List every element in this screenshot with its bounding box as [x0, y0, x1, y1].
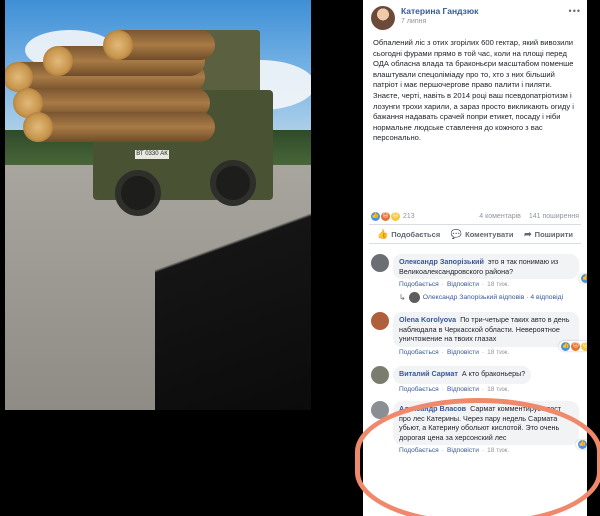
share-button[interactable]: ➦ Поширити — [524, 228, 573, 240]
comment-author[interactable]: Olena Korolyova — [399, 315, 456, 324]
comment-author[interactable]: Виталий Сармат — [399, 369, 458, 378]
comment-like-link[interactable]: Подобається — [399, 386, 439, 393]
comments-list: Олександр Запорізький это я так понимаю … — [363, 244, 587, 454]
replies-summary: Олександр Запорізький відповів · 4 відпо… — [422, 294, 564, 302]
comment-reply-link[interactable]: Відповісти — [447, 447, 479, 454]
comment-reply-link[interactable]: Відповісти — [447, 386, 479, 393]
view-replies-link[interactable]: ↳ Олександр Запорізький відповів · 4 від… — [371, 288, 581, 304]
post-text: Обпалений ліс з отих згорілих 600 гектар… — [373, 38, 574, 143]
like-button[interactable]: 👍 Подобається — [377, 228, 440, 240]
comment-meta: Подобається · Відповісти · 18 тиж. — [399, 447, 510, 455]
facebook-post: Катерина Гандзюк 7 липня ••• Обпалений л… — [363, 0, 587, 516]
comment-like-link[interactable]: Подобається — [399, 349, 439, 356]
post-stats: 👍 ☹ ☹ 213 4 коментарів 141 поширення — [363, 208, 587, 224]
comment-time[interactable]: 18 тиж. — [487, 447, 509, 454]
angry-reaction-icon: ☹ — [381, 211, 390, 221]
comment-like-link[interactable]: Подобається — [399, 281, 439, 288]
comment-reply-link[interactable]: Відповісти — [447, 281, 479, 288]
comment-time[interactable]: 18 тиж. — [487, 349, 509, 356]
author-avatar[interactable] — [371, 6, 395, 30]
comment-reactions[interactable]: 👍 17 — [575, 439, 587, 450]
comment-reply-link[interactable]: Відповісти — [447, 349, 479, 356]
commenter-avatar[interactable] — [371, 312, 389, 331]
like-label: Подобається — [391, 229, 441, 239]
post-actions: 👍 Подобається 💬 Коментувати ➦ Поширити — [369, 224, 581, 244]
thumbs-up-icon: 👍 — [377, 228, 389, 239]
comment-time[interactable]: 18 тиж. — [487, 281, 509, 288]
comment: Олександр Запорізький это я так понимаю … — [371, 254, 587, 284]
like-reaction-icon: 👍 — [581, 273, 587, 283]
post-photo[interactable]: ВТ 0330 АК — [5, 0, 311, 410]
comment-bubble: Александр Власов Сармат комментирует пос… — [393, 400, 587, 450]
comment: Виталий Сармат А кто браконьеры? — [371, 365, 581, 384]
log — [23, 112, 215, 142]
comment-meta: Подобається · Відповісти · 18 тиж. — [399, 385, 510, 393]
shares-count[interactable]: 141 поширення — [529, 213, 579, 220]
comment: Александр Власов Сармат комментирует пос… — [371, 400, 587, 450]
sad-reaction-icon: ☹ — [581, 341, 587, 351]
log — [103, 30, 215, 60]
like-reaction-icon: 👍 — [577, 440, 587, 450]
like-reaction-icon: 👍 — [561, 341, 571, 351]
comment-text: А кто браконьеры? — [461, 368, 526, 378]
comment-reactions[interactable]: 👍 2 — [579, 273, 587, 284]
reaction-count: 213 — [403, 212, 415, 220]
post-header: Катерина Гандзюк 7 липня ••• — [363, 0, 587, 36]
reply-arrow-icon: ↳ — [399, 293, 406, 303]
more-icon[interactable]: ••• — [569, 6, 581, 16]
share-icon: ➦ — [524, 228, 532, 239]
commenter-avatar[interactable] — [371, 254, 389, 272]
comment-meta: Подобається · Відповісти · 18 тиж. — [399, 348, 510, 356]
commenter-avatar[interactable] — [371, 400, 389, 419]
comment-reactions[interactable]: 👍 ☹ ☹ 5 — [559, 341, 587, 351]
post-author[interactable]: Катерина Гандзюк — [401, 6, 569, 17]
commenter-avatar[interactable] — [371, 365, 389, 384]
comment-bubble: Олександр Запорізький это я так понимаю … — [393, 254, 587, 284]
post-date[interactable]: 7 липня — [401, 17, 569, 27]
comment-time[interactable]: 18 тиж. — [487, 386, 509, 393]
like-reaction-icon: 👍 — [371, 211, 380, 221]
comment-like-link[interactable]: Подобається — [399, 447, 439, 454]
sad-reaction-icon: ☹ — [391, 211, 400, 221]
comment-label: Коментувати — [465, 229, 514, 239]
comment-bubble: Olena Korolyova По три-четыре таких авто… — [393, 312, 587, 351]
angry-reaction-icon: ☹ — [571, 341, 581, 351]
comment-author[interactable]: Александр Власов — [399, 404, 466, 413]
comment: Olena Korolyova По три-четыре таких авто… — [371, 312, 587, 351]
comment-meta: Подобається · Відповісти · 18 тиж. — [399, 281, 510, 289]
comment-button[interactable]: 💬 Коментувати — [451, 228, 514, 240]
license-plate: ВТ 0330 АК — [135, 150, 169, 159]
comment-author[interactable]: Олександр Запорізький — [399, 257, 484, 266]
share-label: Поширити — [534, 229, 573, 239]
comment-bubble: Виталий Сармат А кто браконьеры? — [393, 365, 532, 384]
comment-icon: 💬 — [450, 228, 463, 239]
reactions-summary[interactable]: 👍 ☹ ☹ 213 — [371, 211, 415, 221]
car-dashboard — [155, 170, 311, 410]
comments-count[interactable]: 4 коментарів — [479, 213, 521, 220]
replier-avatar — [408, 292, 420, 304]
